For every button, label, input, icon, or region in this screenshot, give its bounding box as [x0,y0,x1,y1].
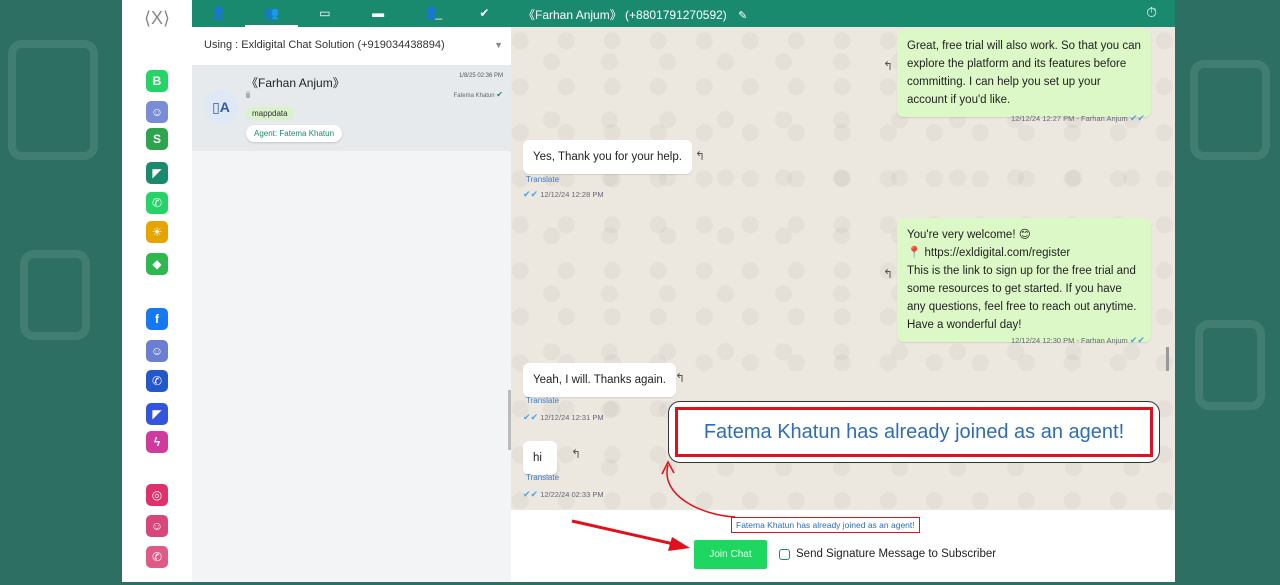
chat-header: 《Farhan Anjum》 (+8801791270592) ✎ ⏱ [511,0,1175,27]
automation-icon[interactable]: ☀ [146,221,168,243]
message-text: This is the link to sign up for the free… [907,265,1137,331]
message-bubble-outgoing: Great, free trial will also work. So tha… [897,29,1151,117]
signature-label: Send Signature Message to Subscriber [796,548,997,560]
message-timestamp: 12/22/24 02:33 PM [540,490,604,499]
agent-joined-notice: Fatema Khatun has already joined as an a… [731,517,920,533]
message-meta: ✔✔ 12/22/24 02:33 PM [523,489,604,500]
message-timestamp: 12/12/24 12:27 PM - Farhan Anjum [1011,114,1128,123]
background-decoration [20,250,90,340]
whatsapp-business-icon[interactable]: B [146,70,168,92]
stopwatch-icon[interactable]: ⏱ [1146,4,1157,21]
signature-checkbox[interactable] [779,548,790,560]
conversation-name: 《Farhan Anjum》 [246,76,345,90]
chevron-down-icon: ▼ [494,40,503,50]
check-icon: ✔ [496,90,503,99]
message-text: hi [533,452,542,464]
message-text: Yeah, I will. Thanks again. [533,374,666,386]
logo: ⟨X⟩ [144,8,171,28]
conversation-preview: ii [246,90,250,100]
facebook-icon[interactable]: f [146,308,168,330]
tab-archive[interactable]: ▬ [352,0,405,27]
message-meta: ✔✔ 12/12/24 12:31 PM [523,412,604,423]
megaphone-icon[interactable]: ◤ [146,162,168,184]
tab-contact[interactable]: 👤 [192,0,245,27]
reply-icon[interactable]: ↰ [883,59,893,73]
insta-bot-icon[interactable]: ☺ [146,515,168,537]
message-bubble-outgoing: You're very welcome! 😊 📍 https://exldigi… [897,218,1151,342]
green-doc-icon[interactable]: S [146,128,168,150]
double-check-icon: ✔✔ [523,412,539,422]
channel-select-label: Using : Exldigital Chat Solution (+91903… [204,39,445,51]
message-text: Great, free trial will also work. So tha… [907,40,1141,106]
chat-contact-title: 《Farhan Anjum》 (+8801791270592) [523,8,727,22]
double-check-icon: ✔✔ [523,489,539,499]
message-bubble-incoming: Yes, Thank you for your help. [523,140,692,174]
tab-group[interactable]: 👥 [245,0,299,27]
translate-link[interactable]: Translate [526,396,559,405]
conversation-time: 1/8/25 02:36 PM [458,73,503,79]
reply-icon[interactable]: ↰ [675,371,685,385]
app-window: ⟨X⟩ B ☺ S ◤ ✆ ☀ ◆ f ☺ ✆ ◤ ϟ ◎ ☺ ✆ 👤 👥 ▭ ▬ 👤̲ ✔ Using :… [122,0,1175,582]
message-timestamp: 12/12/24 12:30 PM - Farhan Anjum [1011,336,1128,345]
reply-icon[interactable]: ↰ [695,149,705,163]
conversation-item[interactable]: ▯A 《Farhan Anjum》 ii mappdata Agent: Fat… [192,65,511,151]
reply-icon[interactable]: ↰ [883,267,893,281]
message-timestamp: 12/12/24 12:31 PM [540,413,604,422]
signature-option[interactable]: Send Signature Message to Subscriber [779,548,996,560]
whatsapp-icon[interactable]: ✆ [146,192,168,214]
message-timestamp: 12/12/24 12:28 PM [540,190,604,199]
join-chat-button[interactable]: Join Chat [694,540,767,569]
reply-icon[interactable]: ↰ [571,447,581,461]
channel-select[interactable]: Using : Exldigital Chat Solution (+91903… [192,27,511,65]
tab-assign[interactable]: 👤̲ [405,0,458,27]
chat-scrollbar[interactable] [1166,347,1169,371]
label-badge: mappdata [246,107,294,120]
shopping-bag-icon[interactable]: ◆ [146,253,168,275]
background-decoration [8,40,98,160]
message-link[interactable]: 📍 https://exldigital.com/register [907,244,1141,262]
message-text: You're very welcome! 😊 [907,229,1031,241]
avatar: ▯A [204,90,238,124]
tab-done[interactable]: ✔ [458,0,511,27]
chat-footer: Fatema Khatun has already joined as an a… [511,510,1175,582]
translate-link[interactable]: Translate [526,473,559,482]
message-meta: 12/12/24 12:27 PM - Farhan Anjum ✔✔ [1011,113,1145,124]
background-decoration [1195,320,1265,410]
tab-book[interactable]: ▭ [298,0,351,27]
callout-box: Fatema Khatun has already joined as an a… [668,401,1160,463]
messenger-icon[interactable]: ϟ [146,431,168,453]
campaign-icon[interactable]: ◤ [146,403,168,425]
assigned-agent-name: Fatema Khatun [453,93,495,99]
edit-icon[interactable]: ✎ [738,10,747,22]
chat-panel: 《Farhan Anjum》 (+8801791270592) ✎ ⏱ ↰ Gr… [511,0,1175,582]
chatbot-icon[interactable]: ☺ [146,101,168,123]
message-meta: 12/12/24 12:30 PM - Farhan Anjum ✔✔ [1011,335,1145,346]
callout-highlight: Fatema Khatun has already joined as an a… [675,407,1153,457]
double-check-icon: ✔✔ [1129,335,1145,345]
assigned-agent: Fatema Khatun ✔ [454,90,503,99]
insta-phone-icon[interactable]: ✆ [146,546,168,568]
message-area: ↰ Great, free trial will also work. So t… [511,27,1175,510]
double-check-icon: ✔✔ [523,189,539,199]
background-decoration [1190,60,1270,160]
callout-text: Fatema Khatun has already joined as an a… [703,420,1125,443]
message-text: Yes, Thank you for your help. [533,151,682,163]
message-meta: ✔✔ 12/12/24 12:28 PM [523,189,604,200]
instagram-icon[interactable]: ◎ [146,484,168,506]
app-rail: ⟨X⟩ B ☺ S ◤ ✆ ☀ ◆ f ☺ ✆ ◤ ϟ ◎ ☺ ✆ [122,0,192,582]
double-check-icon: ✔✔ [1129,113,1145,123]
agent-badge: Agent: Fatema Khatun [246,125,343,142]
message-bubble-incoming: hi [523,441,557,475]
list-tabs: 👤 👥 ▭ ▬ 👤̲ ✔ [192,0,511,27]
messenger-bot-icon[interactable]: ☺ [146,340,168,362]
phone-doc-icon[interactable]: ✆ [146,370,168,392]
translate-link[interactable]: Translate [526,175,559,184]
message-bubble-incoming: Yeah, I will. Thanks again. [523,363,676,397]
conversation-list-panel: 👤 👥 ▭ ▬ 👤̲ ✔ Using : Exldigital Chat Sol… [192,0,511,582]
